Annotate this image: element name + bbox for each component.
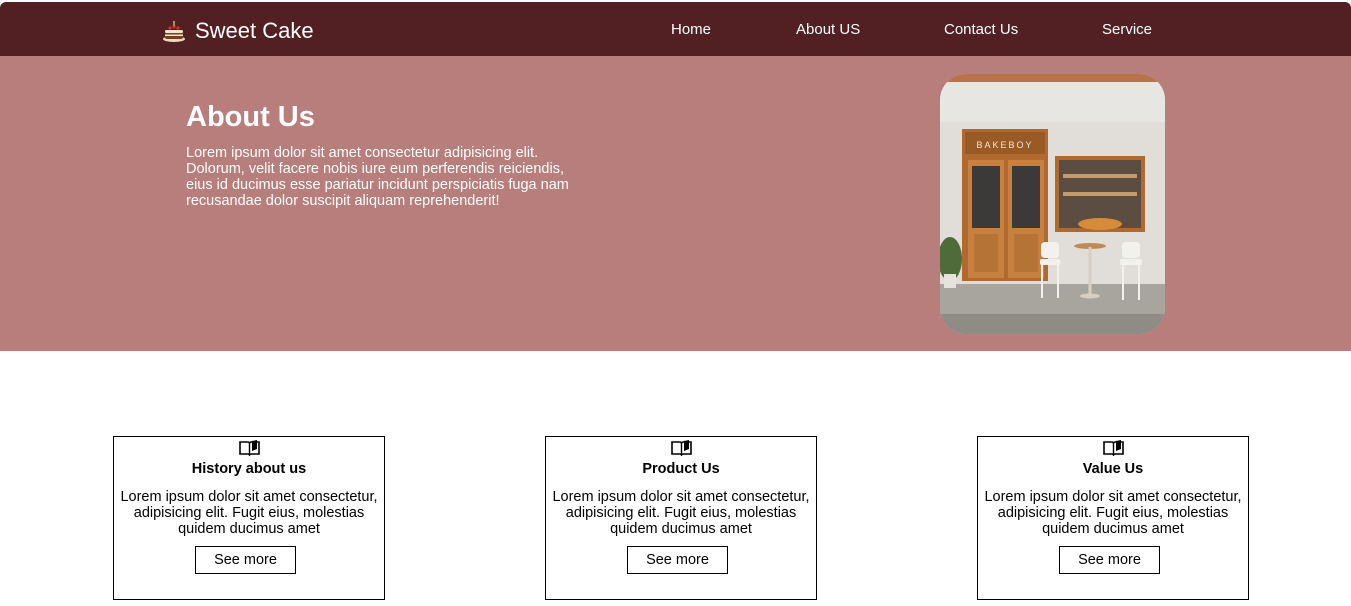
navbar: Sweet Cake Home About US Contact Us Serv… xyxy=(0,2,1351,56)
card-value: Value Us Lorem ipsum dolor sit amet cons… xyxy=(977,436,1249,600)
nav-link-service[interactable]: Service xyxy=(1102,21,1152,39)
about-hero-section: About Us Lorem ipsum dolor sit amet cons… xyxy=(0,56,1351,351)
see-more-button[interactable]: See more xyxy=(1059,546,1160,574)
brand-name: Sweet Cake xyxy=(195,18,314,43)
brand-logo-link[interactable]: Sweet Cake xyxy=(161,17,314,45)
card-title: Product Us xyxy=(642,461,720,477)
card-text: Lorem ipsum dolor sit amet consectetur, … xyxy=(120,489,378,537)
cake-icon xyxy=(163,21,185,42)
storefront-sign: BAKEBOY xyxy=(976,140,1033,150)
book-icon xyxy=(1103,440,1124,456)
hero-description: Lorem ipsum dolor sit amet consectetur a… xyxy=(186,145,569,209)
card-text: Lorem ipsum dolor sit amet consectetur, … xyxy=(552,489,810,537)
card-text: Lorem ipsum dolor sit amet consectetur, … xyxy=(984,489,1242,537)
nav-link-about[interactable]: About US xyxy=(796,21,860,39)
book-icon xyxy=(239,440,260,456)
nav-link-contact[interactable]: Contact Us xyxy=(944,21,1018,39)
card-history: History about us Lorem ipsum dolor sit a… xyxy=(113,436,385,600)
card-title: Value Us xyxy=(1082,461,1144,477)
see-more-button[interactable]: See more xyxy=(195,546,296,574)
see-more-button[interactable]: See more xyxy=(627,546,728,574)
bakery-storefront-image: BAKEBOY xyxy=(940,74,1165,334)
nav-link-home[interactable]: Home xyxy=(671,21,711,39)
card-product: Product Us Lorem ipsum dolor sit amet co… xyxy=(545,436,817,600)
book-icon xyxy=(671,440,692,456)
page-title: About Us xyxy=(186,101,315,133)
card-title: History about us xyxy=(191,461,307,477)
